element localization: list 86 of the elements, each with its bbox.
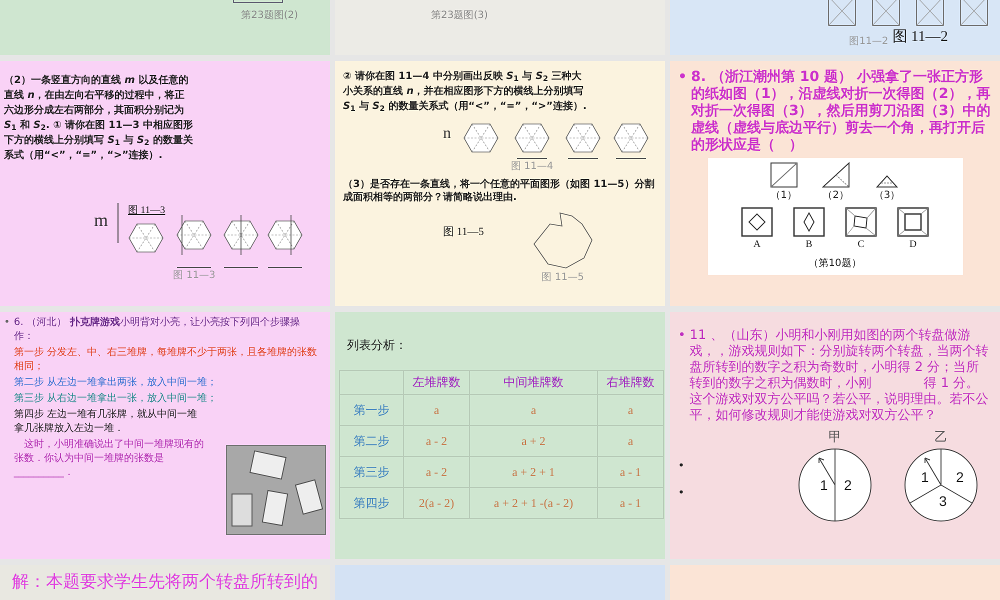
table-cell: a + 2 + 1 [470, 456, 598, 488]
figure-caption: （第10题） [808, 257, 862, 271]
hexagon-drawing [267, 215, 304, 255]
column-header: 中间堆牌数 [470, 370, 598, 394]
table-cell: a - 2 [404, 456, 470, 488]
question-text: 8. （浙江潮州第 10 题） 小强拿了一张正方形的纸如图（1），沿虚线对折一次得图（2），再对折一次得图（3），然后用剪刀沿图（3）中的虚线（虚线与底边平行）剪去一个角，再打开后的形状应是（ ） [690, 69, 992, 154]
spinner-number: 2 [844, 476, 852, 492]
option-label: C [858, 238, 864, 252]
table-cell: a - 1 [598, 456, 664, 488]
problem-text: 第三步 从右边一堆拿出一张，放入中间一堆； [14, 392, 218, 406]
figure-caption: 图 11—5 [542, 271, 584, 285]
cut-paper-drawing [741, 207, 773, 237]
line-label: n [443, 126, 451, 142]
cut-paper-drawing [897, 207, 929, 237]
table-cell: a [470, 394, 598, 426]
option-label: D [909, 238, 917, 252]
spinner-number: 1 [921, 468, 929, 484]
figure-label: 图 11—3 [128, 204, 166, 218]
column-header: 右堆牌数 [598, 370, 664, 394]
row-header: 第一步 [340, 394, 404, 426]
line-label: m [94, 211, 108, 229]
table-cell: 2(a - 2) [404, 488, 470, 518]
crossed-square-drawing [872, 0, 900, 26]
vertical-line-drawing [116, 203, 120, 243]
table-cell: a + 2 + 1 -(a - 2) [470, 488, 598, 518]
crossed-square-drawing [960, 0, 988, 26]
bullet: • [678, 69, 687, 87]
cut-paper-drawing [793, 207, 825, 237]
table-cell: a - 2 [404, 426, 470, 456]
cut-paper-drawing [845, 207, 877, 237]
hexagon-drawing [176, 215, 212, 255]
table-cell: a [598, 426, 664, 456]
question-text: （3）是否存在一条直线，将一个任意的平面图形（如图 11—5）分割成面积相等的两部分？请简略说出理由. [343, 178, 656, 204]
figure-title: 图 11—2 [892, 28, 948, 47]
question-text: 11 、（山东）小明和小刚用如图的两个转盘做游戏，，游戏规则如下：分别旋转两个转盘，当两个转盘所转到的数字之积为奇数时，小明得 2 分；当所转到的数字之积为偶数时，小刚 得 1 分。这个游戏对双方公平吗？若公平，说明理由。若不公平，如何修改规则才能使游戏对双方公平？ [690, 328, 990, 424]
row-header: 第四步 [340, 488, 404, 518]
question-text: ② 请你在图 11—4 中分别画出反映 S$_{1}$ 与 S$_{2}$ 三种大小关系的直线 n，并在相应图形下方的横线上分别填写 S$_{1}$ 与 S$_{2}$ 的数量关系式（用“<”，“=”，“>”连接）. [343, 70, 588, 114]
folded-paper-drawing [876, 175, 898, 188]
option-label: B [806, 238, 812, 252]
figure-caption: 图 11—4 [511, 160, 554, 174]
fill-in-line [616, 158, 646, 159]
hexagon-drawing [223, 215, 260, 255]
table-cell: a + 2 [470, 426, 598, 456]
table-cell: a [404, 394, 470, 426]
problem-text: 第四步 左边一堆有几张牌，就从中间一堆拿几张牌放入左边一堆． [14, 408, 198, 436]
problem-text: 第二步 从左边一堆拿出两张，放入中间一堆； [14, 376, 218, 390]
bullet: • [678, 328, 686, 345]
table-cell: a [598, 394, 664, 426]
question-text: （2）一条竖直方向的直线 m 以及任意的直线 n，在由左向右平移的过程中，将正六边形分成左右两部分，其面积分别记为 S$_{1}$ 和 S$_{2}$. ① 请你在图 11—3 中相应图形下方的横线上分别填写 S$_{1}$ 与 S$_{2}$ 的数量关系式（用“<”，“=”，“>”连接）. [4, 73, 194, 163]
folded-paper-drawing [770, 162, 798, 188]
solution-text: 解：本题要求学生先将两个转盘所转到的 [12, 572, 318, 592]
figure-caption: 图11—2 [849, 34, 888, 48]
figure-caption: 图 11—3 [173, 269, 216, 283]
figure-label: （1） [770, 189, 797, 203]
spinner-number: 2 [956, 468, 964, 484]
crossed-square-drawing [828, 0, 856, 26]
row-header: 第三步 [340, 456, 404, 488]
bullet: • [678, 487, 686, 498]
figure-label: （2） [822, 189, 849, 203]
fill-in-line [268, 267, 302, 268]
option-label: A [753, 238, 761, 252]
column-header: 左堆牌数 [404, 370, 470, 394]
spinner-number: 1 [820, 476, 828, 492]
spinner-label: 甲 [828, 429, 842, 447]
slide-title: 列表分析： [346, 337, 408, 354]
polygon-drawing [532, 212, 594, 270]
spinner-label: 乙 [934, 429, 948, 447]
fill-in-line [177, 267, 212, 268]
figure-caption: 第23题图(2) [241, 9, 298, 23]
figure-frame [233, 0, 283, 3]
figure-label: 图 11—5 [443, 225, 484, 240]
problem-text: 这时，小明准确说出了中间一堆牌现有的张数．你认为中间一堆牌的张数是__________． [14, 438, 204, 480]
crossed-square-drawing [916, 0, 944, 26]
spinner-number: 3 [939, 492, 947, 508]
fill-in-line [568, 158, 598, 159]
fill-in-line [517, 158, 548, 159]
fill-in-line [224, 267, 258, 268]
folded-paper-drawing [822, 162, 850, 188]
figure-caption: 第23题图(3) [431, 9, 488, 23]
table-cell: a - 1 [598, 488, 664, 518]
problem-text: 6. （河北） 扑克牌游戏小明背对小亮，让小亮按下列四个步骤操作： [14, 316, 301, 344]
problem-text: 第一步 分发左、中、右三堆牌，每堆牌不少于两张，且各堆牌的张数相同； [14, 346, 318, 374]
bullet: • [678, 460, 686, 471]
row-header: 第二步 [340, 426, 404, 456]
figure-label: （3） [874, 189, 900, 203]
bullet: • [4, 316, 10, 330]
